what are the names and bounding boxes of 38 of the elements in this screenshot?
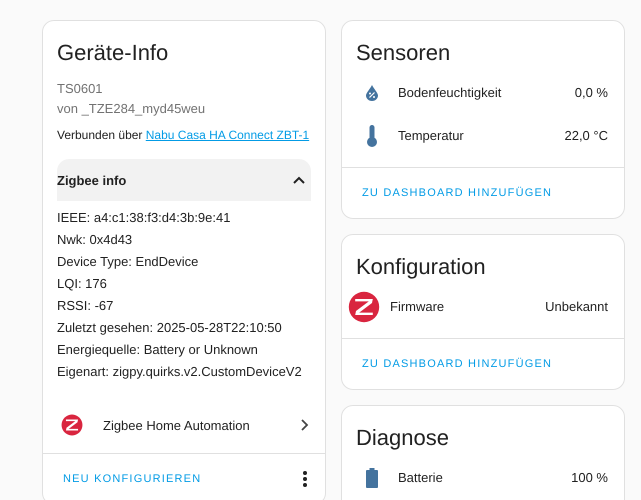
entity-name: Bodenfeuchtigkeit <box>397 85 502 100</box>
entity-name: Batterie <box>397 470 444 485</box>
card-title: Geräte-Info <box>56 39 170 65</box>
zigbee-info-line: Zuletzt gesehen: 2025-05-28T22:10:50 <box>57 319 283 337</box>
thermometer-icon <box>367 124 377 146</box>
card-title: Sensoren <box>355 39 452 65</box>
zigbee-info-header[interactable]: Zigbee info <box>57 159 311 201</box>
connected-via-text: Verbunden über Nabu Casa HA Connect ZBT-1 <box>56 127 310 144</box>
zigbee-info-line: RSSI: -67 <box>57 297 114 315</box>
battery-icon <box>366 468 378 488</box>
entity-value: 100 % <box>571 470 608 485</box>
device-manufacturer: von _TZE284_myd45weu <box>56 100 206 118</box>
chevron-up-icon <box>293 176 305 184</box>
entity-row[interactable]: Firmware Unbekannt <box>342 285 624 328</box>
card-title: Konfiguration <box>355 253 487 279</box>
device-model: TS0601 <box>56 80 104 98</box>
entity-row[interactable]: Temperatur 22,0 °C <box>342 114 624 157</box>
water-drop-icon <box>366 84 378 100</box>
card-title: Diagnose <box>355 424 450 450</box>
entity-value: 0,0 % <box>574 85 608 100</box>
integration-row[interactable]: Zigbee Home Automation <box>43 397 325 453</box>
integration-name: Zigbee Home Automation <box>102 418 251 432</box>
zigbee-info-line: Nwk: 0x4d43 <box>57 231 134 249</box>
zigbee-logo-icon <box>61 414 83 436</box>
entity-name: Firmware <box>389 299 446 314</box>
zigbee-info-line: LQI: 176 <box>57 275 108 293</box>
entity-row[interactable]: Bodenfeuchtigkeit 0,0 % <box>342 71 624 114</box>
zigbee-info-line: Eigenart: zigpy.quirks.v2.CustomDeviceV2 <box>57 363 303 381</box>
entity-value: 22,0 °C <box>564 128 608 143</box>
expander-title: Zigbee info <box>57 172 126 188</box>
zigbee-info-line: Energiequelle: Battery or Unknown <box>57 341 259 359</box>
entity-value: Unbekannt <box>545 299 608 314</box>
zigbee-info-line: Device Type: EndDevice <box>57 253 200 271</box>
chevron-right-icon <box>301 419 309 431</box>
entity-name: Temperatur <box>397 128 465 143</box>
more-vertical-icon <box>303 471 307 487</box>
zigbee-info-line: IEEE: a4:c1:38:f3:d4:3b:9e:41 <box>57 209 232 227</box>
entity-row[interactable]: Batterie 100 % <box>342 456 624 499</box>
